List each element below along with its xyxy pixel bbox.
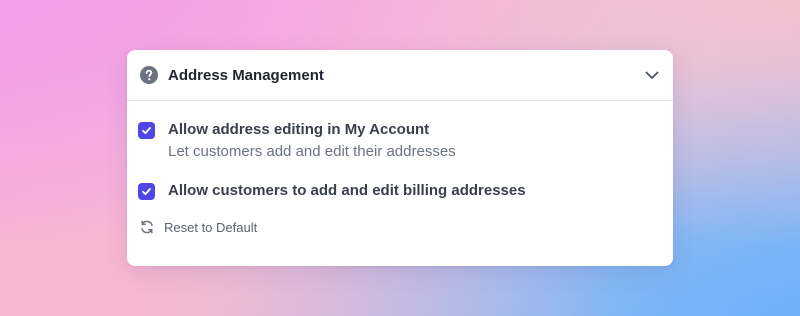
option-billing-addresses: Allow customers to add and edit billing … — [138, 180, 662, 201]
option-description: Let customers add and edit their address… — [168, 143, 456, 160]
billing-addresses-checkbox[interactable] — [138, 183, 155, 200]
option-text: Allow customers to add and edit billing … — [168, 180, 526, 201]
option-label: Allow address editing in My Account — [168, 121, 430, 138]
checkmark-icon — [142, 127, 151, 134]
card-body: Allow address editing in My Account Let … — [127, 101, 673, 235]
checkmark-icon — [142, 188, 151, 195]
address-management-card: Address Management Allow address editing… — [127, 50, 673, 266]
refresh-icon — [139, 219, 155, 235]
option-text: Allow address editing in My Account Let … — [168, 119, 456, 162]
option-label: Allow customers to add and edit billing … — [168, 182, 526, 199]
reset-label: Reset to Default — [164, 219, 258, 235]
option-address-editing: Allow address editing in My Account Let … — [138, 119, 662, 162]
chevron-down-icon[interactable] — [643, 66, 661, 84]
card-header[interactable]: Address Management — [127, 50, 673, 101]
card-title: Address Management — [168, 66, 324, 84]
address-editing-checkbox[interactable] — [138, 122, 155, 139]
question-circle-icon — [140, 66, 158, 84]
reset-to-default-button[interactable]: Reset to Default — [138, 219, 662, 235]
